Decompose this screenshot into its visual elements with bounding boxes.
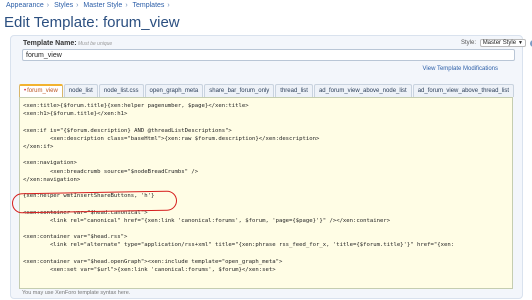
annotation-circle [11,190,178,214]
tab-forum-view[interactable]: forum_view [19,84,63,97]
breadcrumb-templates[interactable]: Templates [133,2,165,9]
breadcrumb-separator-icon: › [125,2,128,9]
breadcrumb-separator-icon: › [76,2,79,9]
tab-node-list[interactable]: node_list [63,84,98,97]
view-template-modifications-link[interactable]: View Template Modifications [423,66,498,72]
template-name-input[interactable]: forum_view [22,49,515,61]
tab-thread-list[interactable]: thread_list [275,84,313,97]
breadcrumb-separator-icon: › [46,2,50,9]
tab-open-graph-meta[interactable]: open_graph_meta [144,84,204,97]
template-name-label: Template Name: [23,40,77,47]
breadcrumb-appearance[interactable]: Appearance [6,2,44,9]
breadcrumb-master-style[interactable]: Master Style [83,2,122,9]
template-tabs: forum_view node_list node_list.css open_… [19,84,515,97]
breadcrumb: Appearance › Styles › Master Style › Templa… [6,2,173,9]
page-title: Edit Template: forum_view [4,14,180,31]
tab-share-bar-forum-only[interactable]: share_bar_forum_only [204,84,275,97]
breadcrumb-styles[interactable]: Styles [54,2,73,9]
style-select[interactable]: Master Style ▼ [479,39,526,47]
style-selector: Style: Master Style▼ ? [461,39,532,47]
breadcrumb-separator-icon: › [167,2,170,9]
chevron-down-icon: ▼ [518,40,523,46]
template-name-hint: Must be unique [78,41,113,47]
template-code[interactable]: <xen:title>{$forum.title}{xen:helper pag… [20,98,512,278]
syntax-note: You may use XenForo template syntax here… [22,290,131,296]
tab-node-list-css[interactable]: node_list.css [98,84,144,97]
tab-ad-forum-view-above-thread-list[interactable]: ad_forum_view_above_thread_list [412,84,515,97]
style-label: Style: [461,40,477,46]
tab-ad-forum-view-above-node-list[interactable]: ad_forum_view_above_node_list [313,84,412,97]
